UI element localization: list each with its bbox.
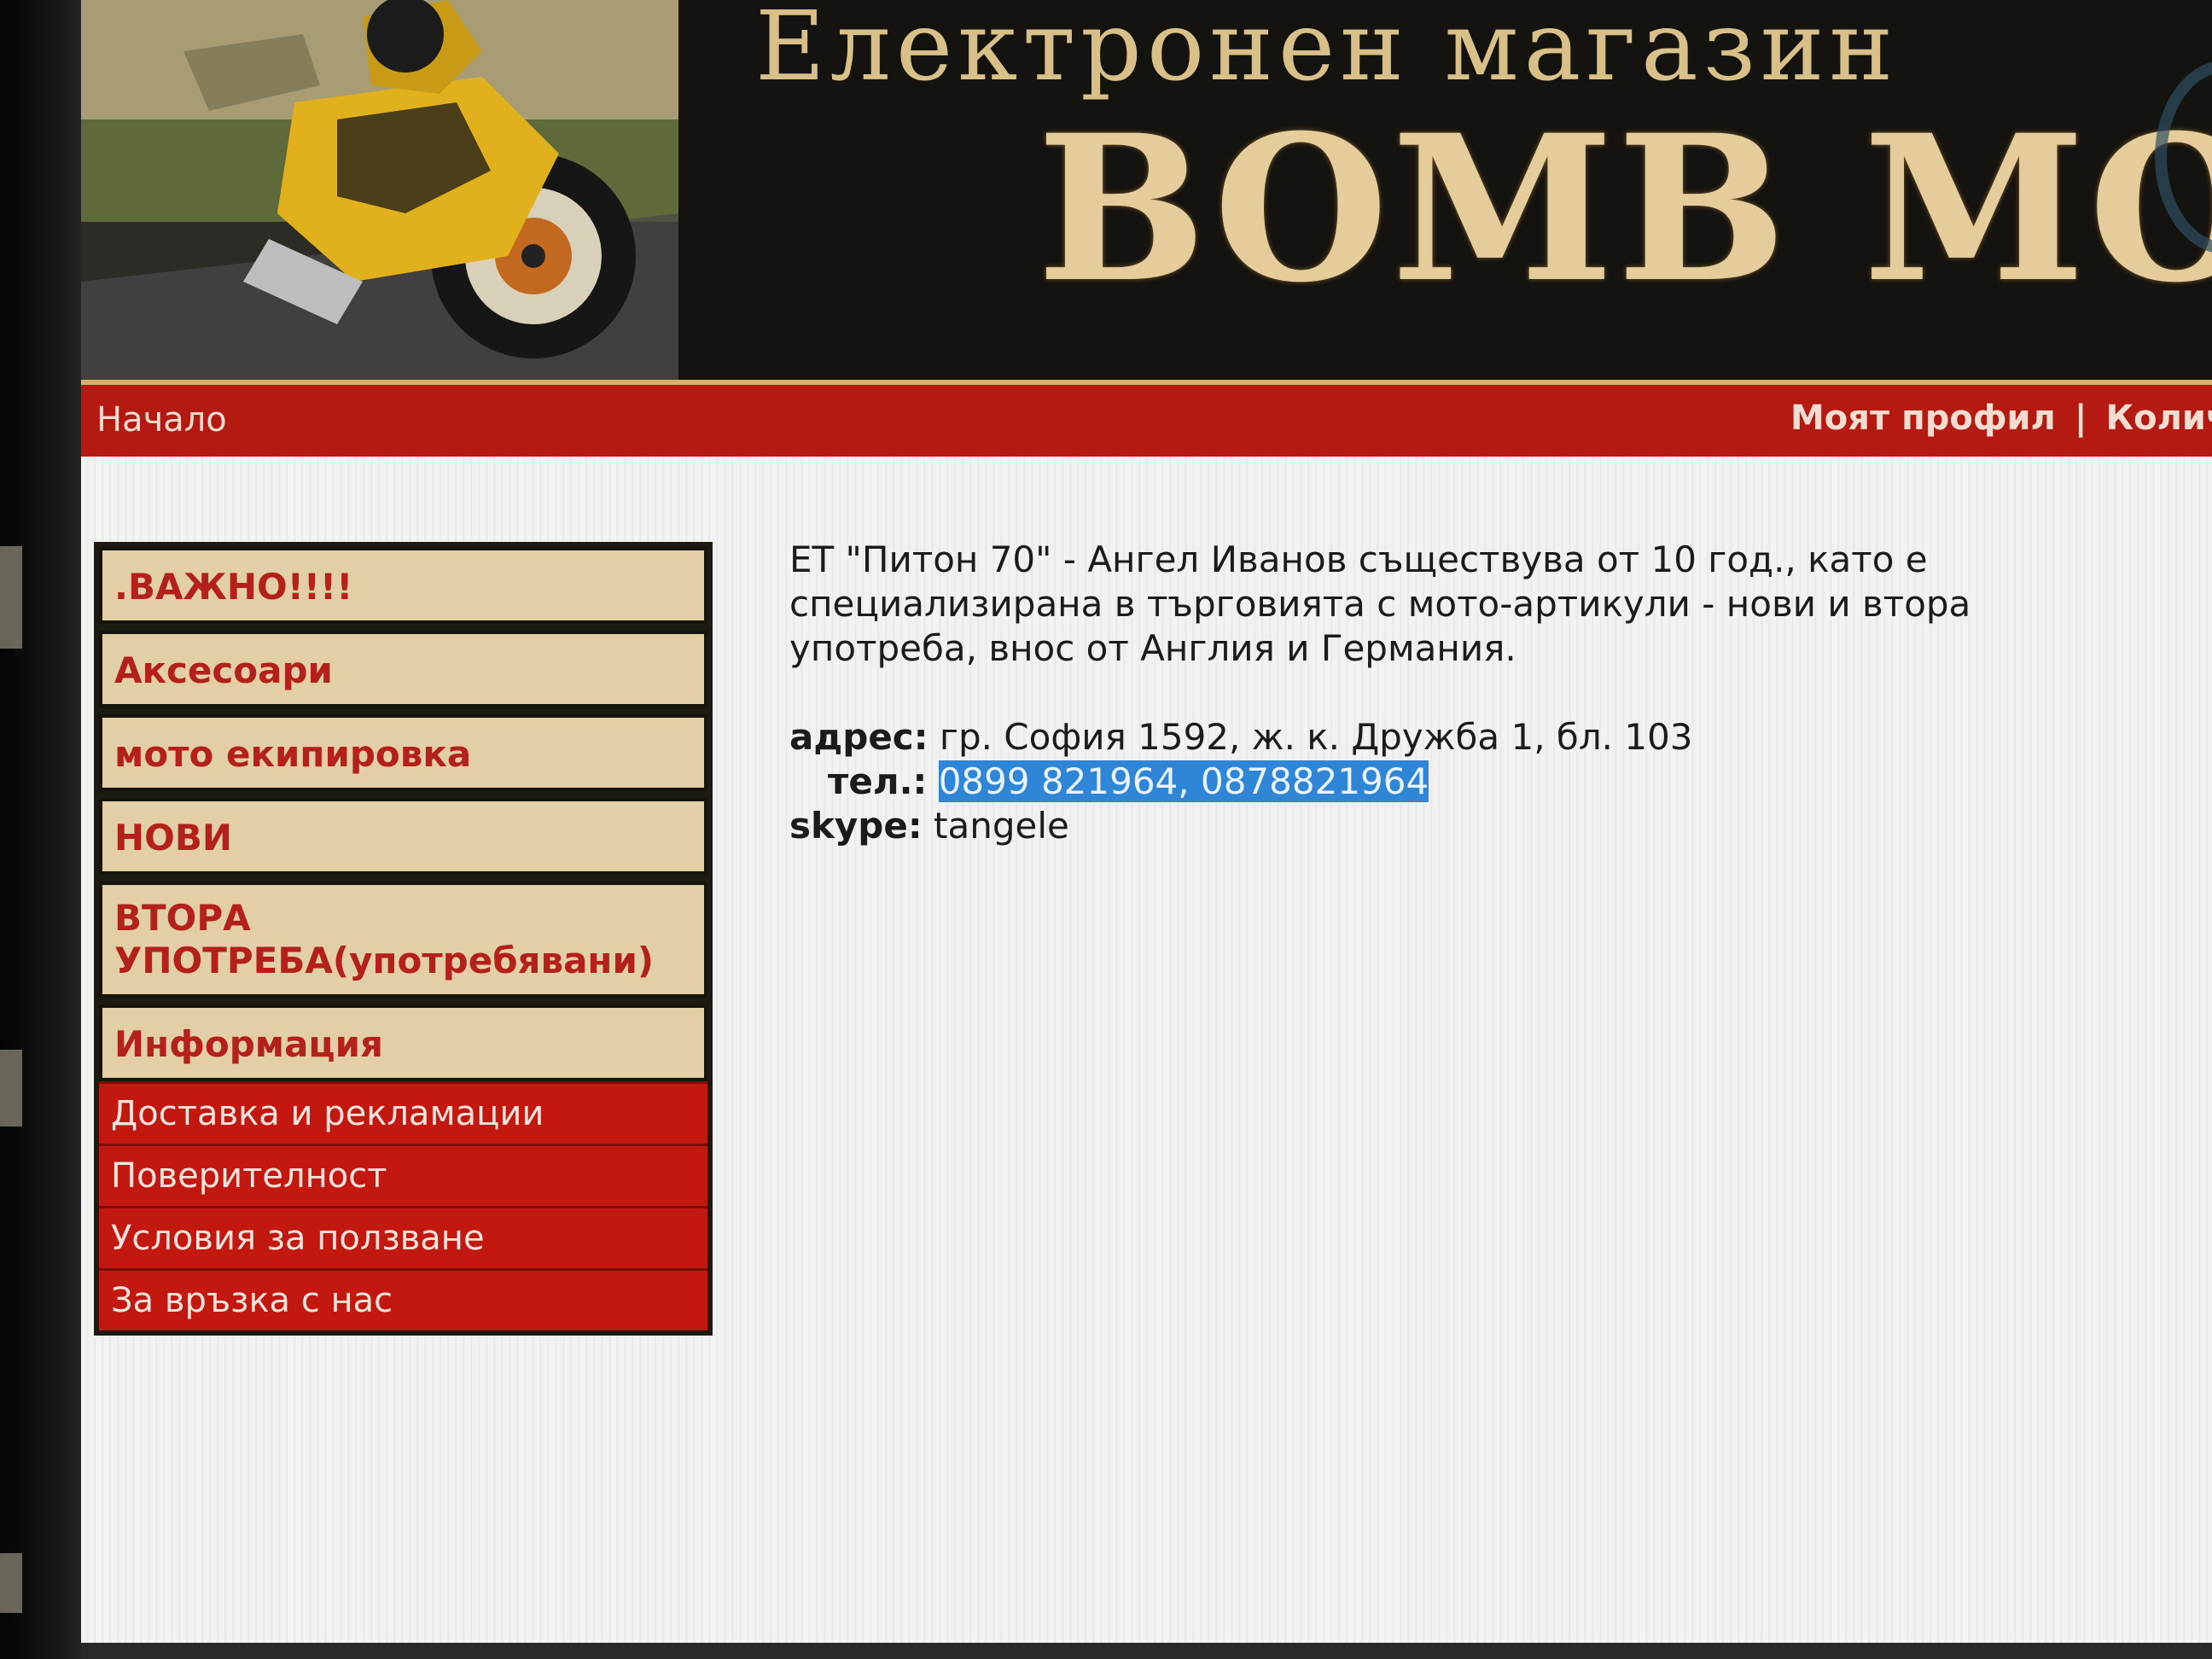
monitor-bezel bbox=[0, 0, 81, 1659]
info-link-delivery[interactable]: Доставка и рекламации bbox=[99, 1081, 707, 1144]
category-moto-gear[interactable]: мото екипировка bbox=[99, 714, 707, 791]
company-info: ЕТ "Питон 70" - Ангел Иванов съществува … bbox=[789, 538, 2155, 848]
description-line: ЕТ "Питон 70" - Ангел Иванов съществува … bbox=[789, 538, 1928, 580]
address-label: адрес: bbox=[789, 716, 928, 758]
category-label: Информация bbox=[114, 1023, 383, 1065]
bezel-reflection bbox=[0, 1553, 22, 1613]
page-content: .ВАЖНО!!!! Аксесоари мото екипировка НОВ… bbox=[81, 457, 2212, 1659]
header-banner: Електронен магазин BOMB MOTO bbox=[81, 0, 2212, 380]
top-nav-bar: Начало Моят профил | Количк bbox=[81, 380, 2212, 457]
phone-value-selected[interactable]: 0899 821964, 0878821964 bbox=[938, 760, 1429, 802]
skype-value: tangele bbox=[934, 805, 1069, 847]
page-bottom-edge bbox=[81, 1643, 2212, 1659]
browser-viewport: Електронен магазин BOMB MOTO Начало Моят… bbox=[81, 0, 2212, 1659]
home-link[interactable]: Начало bbox=[96, 400, 227, 439]
category-accessories[interactable]: Аксесоари bbox=[99, 631, 707, 707]
nav-separator: | bbox=[2074, 399, 2087, 438]
category-label: .ВАЖНО!!!! bbox=[114, 566, 353, 608]
category-label: мото екипировка bbox=[114, 733, 472, 775]
description-line: специализирана в търговията с мото-артик… bbox=[789, 583, 1971, 625]
brand-logo-text: BOMB MOTO bbox=[1037, 91, 2212, 327]
my-profile-link[interactable]: Моят профил bbox=[1790, 399, 2056, 438]
store-tagline: Електронен магазин bbox=[755, 0, 1899, 102]
bezel-reflection bbox=[0, 1050, 22, 1126]
info-link-contact[interactable]: За връзка с нас bbox=[99, 1268, 707, 1330]
category-important[interactable]: .ВАЖНО!!!! bbox=[99, 547, 707, 624]
address-row: адрес: гр. София 1592, ж. к. Дружба 1, б… bbox=[789, 715, 2155, 760]
phone-label: тел.: bbox=[828, 760, 928, 802]
category-used[interactable]: ВТОРА УПОТРЕБА(употребявани) bbox=[99, 882, 707, 998]
bezel-reflection bbox=[0, 546, 22, 649]
info-link-privacy[interactable]: Поверителност bbox=[99, 1144, 707, 1206]
motorcycle-image bbox=[81, 0, 678, 380]
info-link-terms[interactable]: Условия за ползване bbox=[99, 1206, 707, 1268]
skype-label: skype: bbox=[789, 805, 923, 847]
category-label: Аксесоари bbox=[114, 649, 333, 691]
category-label: ВТОРА УПОТРЕБА(употребявани) bbox=[114, 897, 655, 981]
phone-row: тел.: 0899 821964, 0878821964 bbox=[789, 760, 2155, 804]
address-value: гр. София 1592, ж. к. Дружба 1, бл. 103 bbox=[939, 716, 1693, 758]
company-description: ЕТ "Питон 70" - Ангел Иванов съществува … bbox=[789, 538, 2155, 671]
category-information[interactable]: Информация bbox=[99, 1004, 707, 1081]
category-new[interactable]: НОВИ bbox=[99, 798, 707, 875]
category-sidebar: .ВАЖНО!!!! Аксесоари мото екипировка НОВ… bbox=[94, 542, 713, 1336]
nav-right-links: Моят профил | Количк bbox=[1790, 399, 2212, 438]
description-line: употреба, внос от Англия и Германия. bbox=[789, 627, 1516, 669]
cart-link[interactable]: Количк bbox=[2105, 399, 2212, 438]
skype-row: skype: tangele bbox=[789, 804, 2155, 848]
category-label: НОВИ bbox=[114, 817, 233, 859]
